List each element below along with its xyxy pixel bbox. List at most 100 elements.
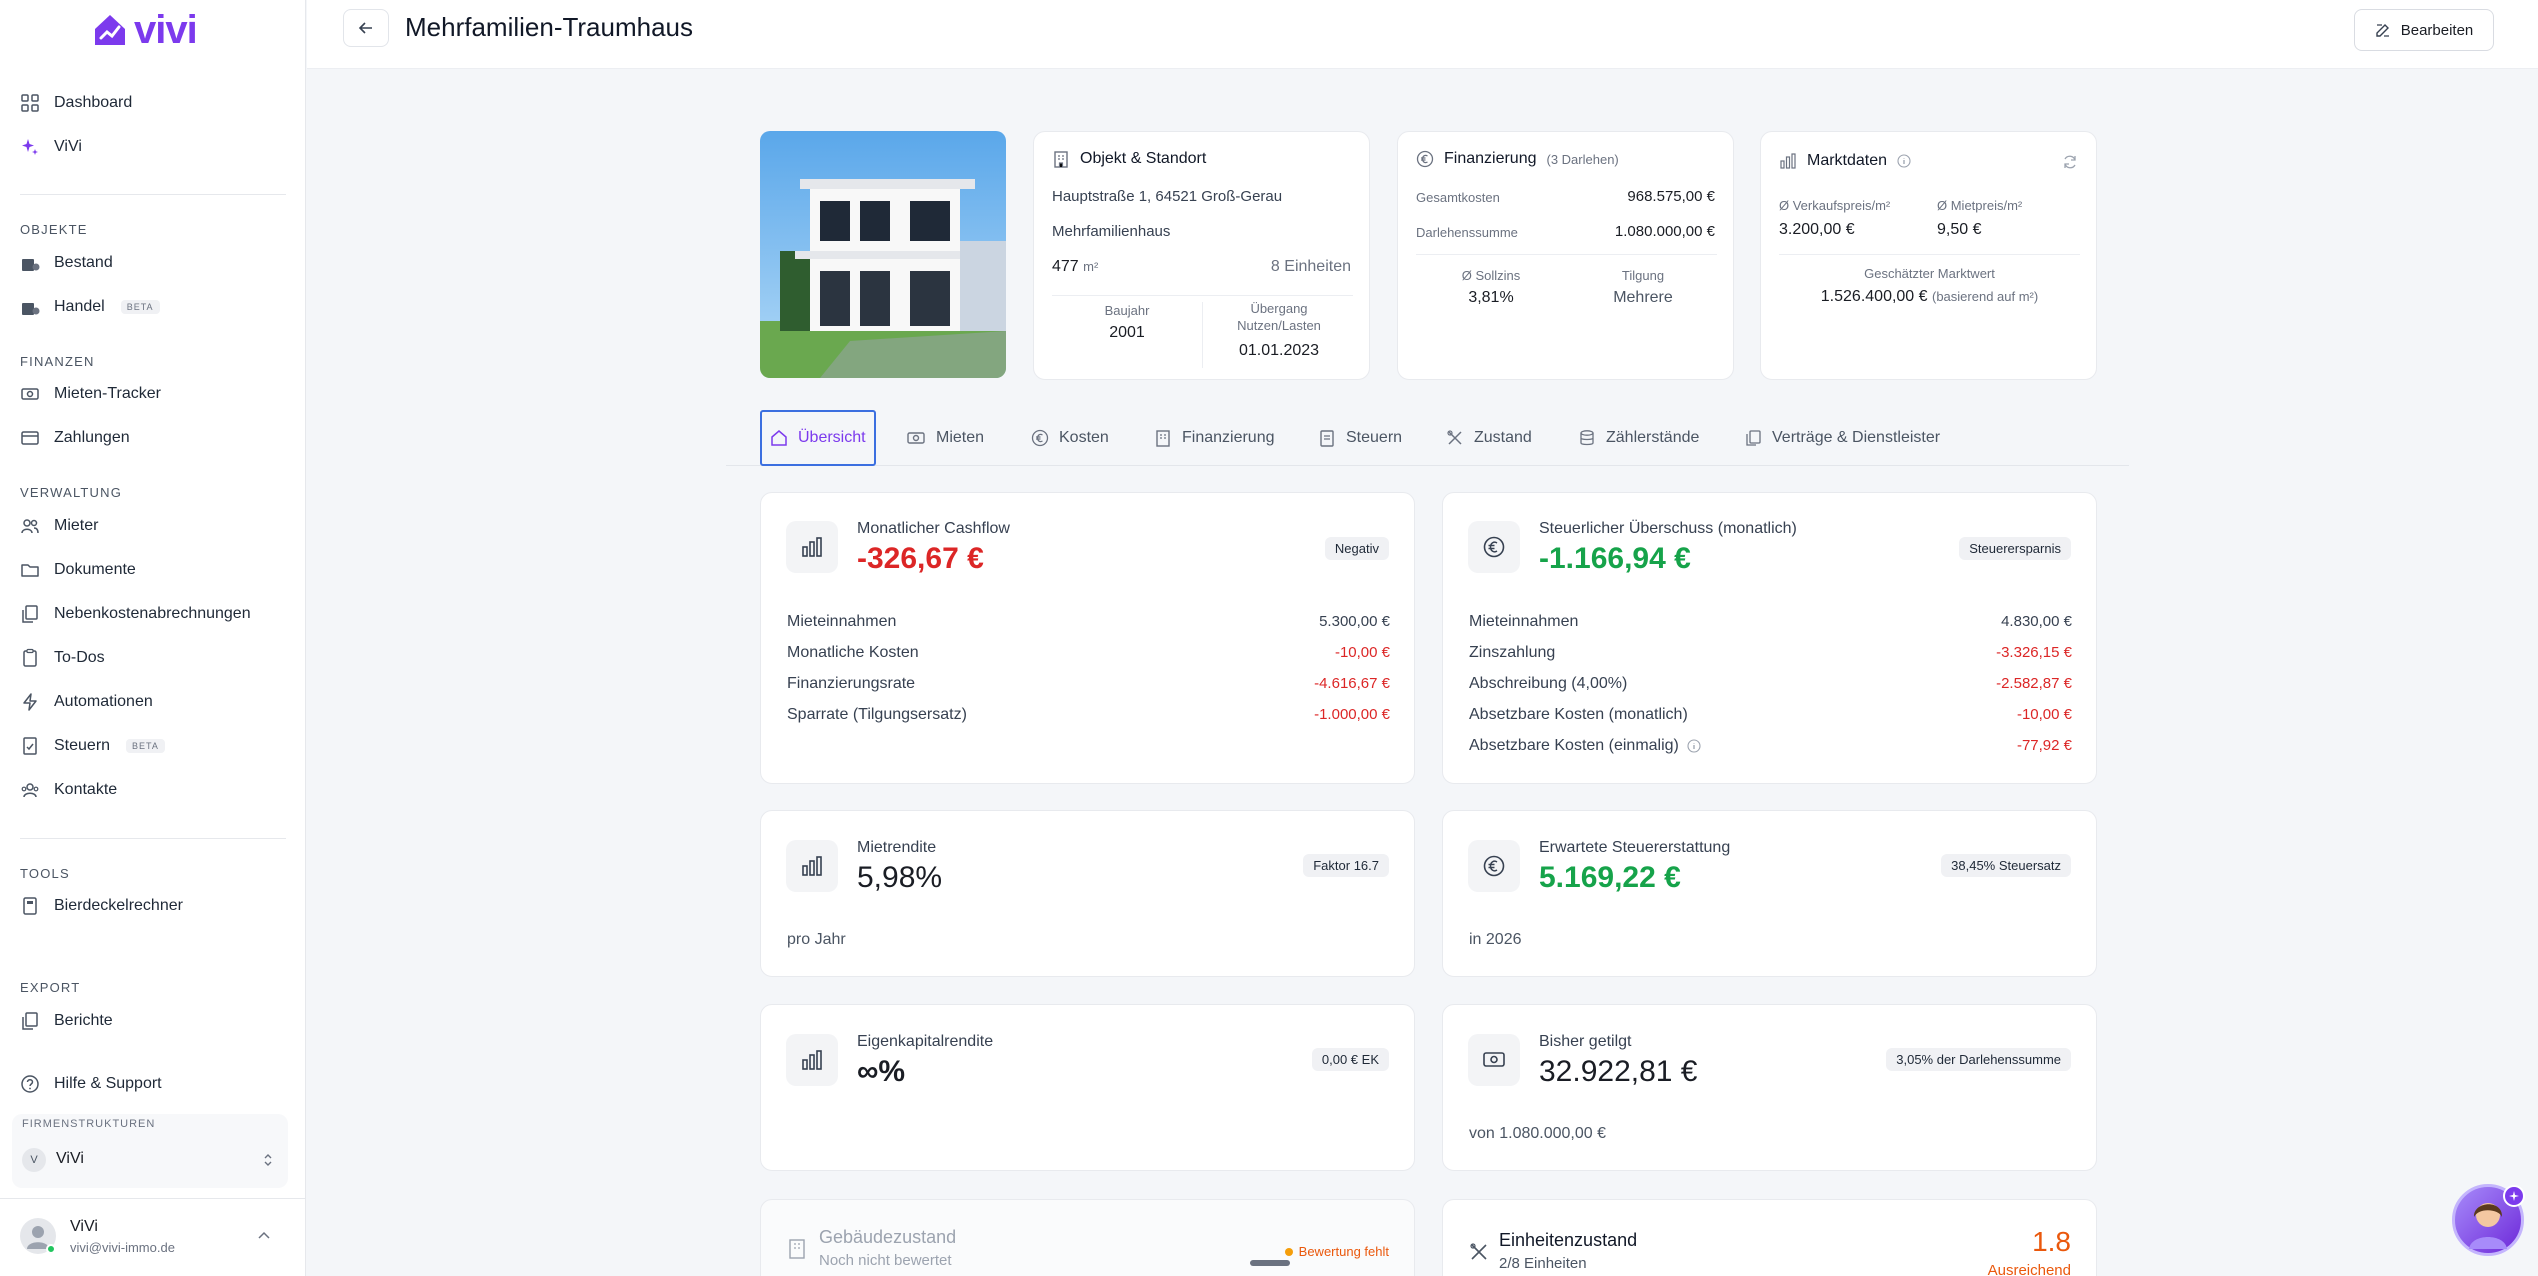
app-logo[interactable]: vivi bbox=[92, 8, 198, 52]
sidebar-item-steuern[interactable]: Steuern BETA bbox=[20, 730, 286, 762]
mietrendite-value: 5,98% bbox=[857, 861, 943, 894]
tab-steuern[interactable]: Steuern bbox=[1318, 410, 1402, 466]
gesamtkosten-label: Gesamtkosten bbox=[1416, 190, 1500, 205]
mietpreis-label: Ø Mietpreis/m² bbox=[1937, 198, 2023, 213]
sparkle-badge bbox=[2503, 1185, 2525, 1207]
tab-uebersicht[interactable]: Übersicht bbox=[760, 410, 876, 466]
cashflow-row: Monatliche Kosten -10,00 € bbox=[787, 644, 1390, 662]
sidebar-item-mieten-tracker[interactable]: Mieten-Tracker bbox=[20, 378, 286, 410]
gebaeudezustand-card[interactable]: Gebäudezustand Noch nicht bewertet Bewer… bbox=[760, 1199, 1415, 1276]
sidebar-item-berichte[interactable]: Berichte bbox=[20, 1005, 286, 1037]
info-icon[interactable] bbox=[1897, 154, 1911, 168]
einheiten-subtitle: 2/8 Einheiten bbox=[1499, 1255, 1587, 1272]
object-card-title: Objekt & Standort bbox=[1080, 150, 1207, 167]
calculator-icon bbox=[23, 897, 37, 915]
card-divider bbox=[1052, 295, 1353, 296]
card-divider bbox=[1416, 254, 1717, 255]
banknote-icon bbox=[1483, 1052, 1505, 1067]
refresh-icon[interactable] bbox=[2062, 154, 2078, 170]
tax-title: Steuerlicher Überschuss (monatlich) bbox=[1539, 520, 1797, 537]
sidebar-item-automationen[interactable]: Automationen bbox=[20, 686, 286, 718]
market-data-card: Marktdaten Ø Verkaufspreis/m² 3.200,00 €… bbox=[1760, 131, 2097, 380]
tab-finanzierung[interactable]: Finanzierung bbox=[1154, 410, 1275, 466]
bisher-getilgt-card: Bisher getilgt 32.922,81 € 3,05% der Dar… bbox=[1442, 1004, 2097, 1171]
sidebar-item-kontakte[interactable]: Kontakte bbox=[20, 774, 286, 806]
sidebar-item-mieter[interactable]: Mieter bbox=[20, 510, 286, 542]
object-area: 477 m² bbox=[1052, 258, 1098, 276]
object-units: 8 Einheiten bbox=[1271, 258, 1351, 276]
sidebar-item-label: To-Dos bbox=[54, 649, 105, 666]
card-divider bbox=[1779, 254, 2080, 255]
ek-value: ∞% bbox=[857, 1055, 906, 1088]
erstattung-title: Erwartete Steuererstattung bbox=[1539, 839, 1731, 856]
einheiten-title: Einheitenzustand bbox=[1499, 1230, 1638, 1250]
warning-dot bbox=[1284, 1247, 1293, 1256]
tab-label: Zählerstände bbox=[1606, 429, 1700, 446]
tab-zustand[interactable]: Zustand bbox=[1446, 410, 1532, 466]
sidebar-item-dokumente[interactable]: Dokumente bbox=[20, 554, 286, 586]
tab-mieten[interactable]: Mieten bbox=[906, 410, 984, 466]
chevrons-up-down-icon bbox=[264, 1154, 272, 1166]
sidebar-item-label: Kontakte bbox=[54, 781, 118, 798]
house-chart-logo-icon bbox=[95, 15, 125, 45]
sidebar-item-label: Mieten-Tracker bbox=[54, 385, 161, 402]
sidebar-item-to-dos[interactable]: To-Dos bbox=[20, 642, 286, 674]
baujahr-value: 2001 bbox=[1109, 324, 1145, 341]
gebaeude-status: Bewertung fehlt bbox=[1284, 1244, 1389, 1259]
sidebar-divider bbox=[20, 194, 286, 195]
banknote-icon bbox=[21, 388, 39, 400]
mietrendite-note: pro Jahr bbox=[787, 931, 846, 948]
sidebar-item-bestand[interactable]: Bestand bbox=[20, 247, 286, 279]
ek-badge: 0,00 € EK bbox=[1311, 1048, 1389, 1071]
euro-circle-icon bbox=[1483, 855, 1505, 877]
eigenkapitalrendite-card: Eigenkapitalrendite ∞% 0,00 € EK bbox=[760, 1004, 1415, 1171]
sidebar-item-nebenkostenabrechnungen[interactable]: Nebenkostenabrechnungen bbox=[20, 598, 286, 630]
cashflow-icon-box bbox=[786, 521, 838, 573]
user-menu[interactable]: ViVi vivi@vivi-immo.de bbox=[20, 1218, 290, 1262]
row-label: Monatliche Kosten bbox=[787, 644, 919, 661]
edit-button-label: Bearbeiten bbox=[2400, 21, 2474, 39]
row-label: Finanzierungsrate bbox=[787, 675, 916, 692]
sparkles-icon bbox=[2509, 1191, 2519, 1201]
sidebar-item-zahlungen[interactable]: Zahlungen bbox=[20, 422, 286, 454]
sidebar-item-vivi[interactable]: ViVi bbox=[20, 131, 286, 163]
einheitenzustand-card[interactable]: Einheitenzustand 2/8 Einheiten 1.8 Ausre… bbox=[1442, 1199, 2097, 1276]
user-email: vivi@vivi-immo.de bbox=[70, 1240, 175, 1255]
sidebar-item-label: Handel bbox=[54, 298, 105, 315]
tab-kosten[interactable]: Kosten bbox=[1031, 410, 1109, 466]
edit-button[interactable]: Bearbeiten bbox=[2354, 9, 2494, 51]
tools-icon bbox=[1470, 1243, 1487, 1260]
tab-bar: Übersicht Mieten Kosten Finanzierung Ste… bbox=[726, 408, 2129, 466]
assistant-chat-button[interactable] bbox=[2452, 1184, 2525, 1256]
sidebar-item-handel[interactable]: Handel BETA bbox=[20, 291, 286, 323]
scroll-indicator[interactable] bbox=[1250, 1260, 1290, 1266]
tab-vertraege[interactable]: Verträge & Dienstleister bbox=[1744, 410, 1940, 466]
darlehenssumme-label: Darlehenssumme bbox=[1416, 225, 1518, 240]
top-bar: Mehrfamilien-Traumhaus Bearbeiten bbox=[307, 0, 2538, 69]
contacts-icon bbox=[21, 783, 39, 798]
tab-zaehlerstaende[interactable]: Zählerstände bbox=[1578, 410, 1699, 466]
financing-card: Finanzierung (3 Darlehen) Gesamtkosten 9… bbox=[1397, 131, 1734, 380]
section-label-objekte: OBJEKTE bbox=[20, 222, 88, 237]
company-avatar: V bbox=[22, 1148, 46, 1172]
bar-chart-icon bbox=[802, 1050, 822, 1070]
back-button[interactable] bbox=[343, 9, 389, 47]
info-icon[interactable] bbox=[1687, 739, 1701, 753]
users-icon bbox=[21, 519, 39, 534]
clipboard-icon bbox=[23, 648, 37, 667]
row-label: Zinszahlung bbox=[1469, 644, 1556, 661]
darlehenssumme-value: 1.080.000,00 € bbox=[1614, 223, 1715, 240]
tax-icon-box bbox=[1468, 521, 1520, 573]
grid-icon bbox=[21, 94, 39, 112]
folder-icon bbox=[21, 564, 39, 577]
sidebar-item-dashboard[interactable]: Dashboard bbox=[20, 87, 286, 119]
sidebar-item-label: Zahlungen bbox=[54, 429, 130, 446]
verkaufspreis-label: Ø Verkaufspreis/m² bbox=[1779, 198, 1891, 213]
uebergang-label-2: Nutzen/Lasten bbox=[1237, 318, 1321, 333]
tax-row: Absetzbare Kosten (monatlich) -10,00 € bbox=[1469, 706, 2072, 724]
credit-card-icon bbox=[21, 431, 39, 445]
sidebar-item-hilfe[interactable]: Hilfe & Support bbox=[20, 1068, 286, 1100]
getilgt-value: 32.922,81 € bbox=[1539, 1055, 1698, 1088]
company-switcher[interactable]: FIRMENSTRUKTUREN V ViVi bbox=[12, 1114, 288, 1188]
sidebar-item-bierdeckelrechner[interactable]: Bierdeckelrechner bbox=[20, 890, 286, 922]
